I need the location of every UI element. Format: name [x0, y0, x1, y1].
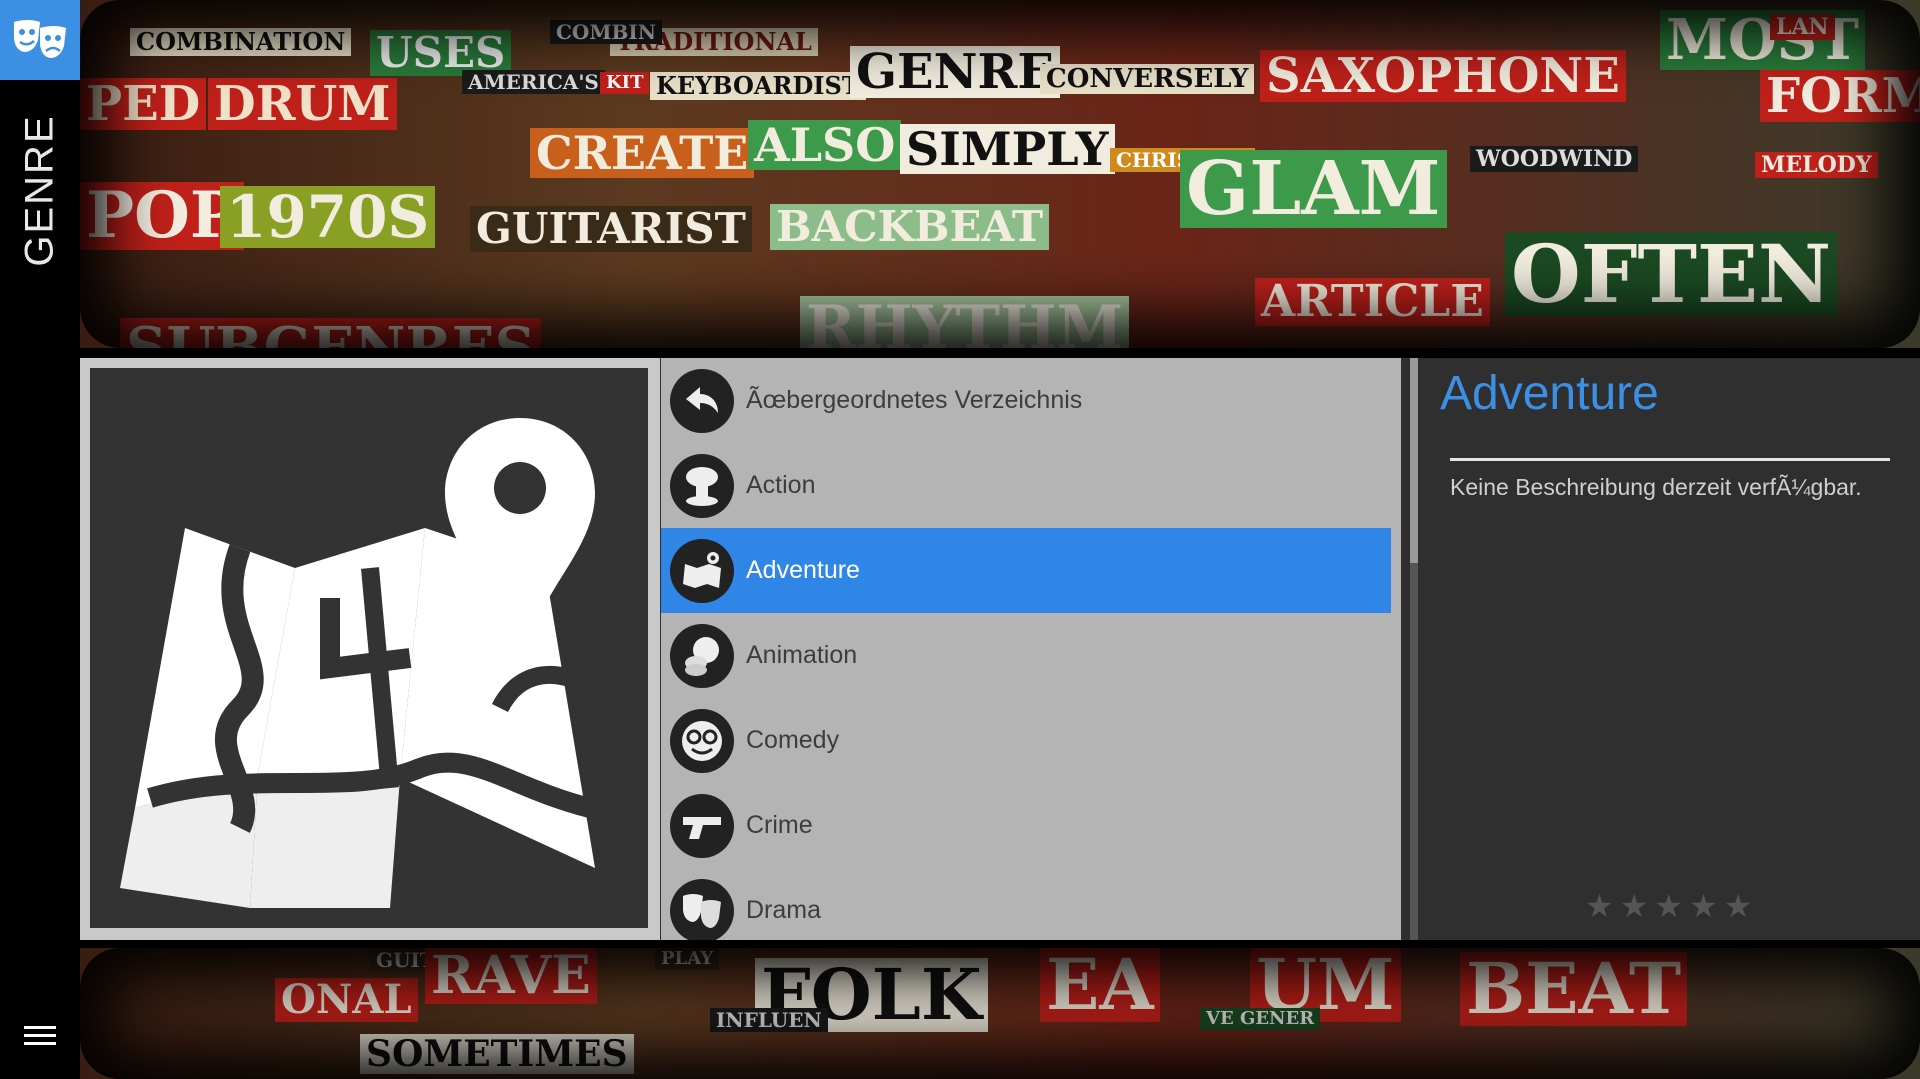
- banner-word: MELODY: [1755, 152, 1878, 178]
- list-item-crime[interactable]: Crime: [661, 783, 1391, 868]
- star-icon: ★: [1723, 888, 1753, 924]
- banner-word: ONAL: [275, 978, 418, 1022]
- banner-word: GENRE: [850, 46, 1060, 98]
- map-icon: [670, 538, 734, 603]
- banner-word: SAXOPHONE: [1260, 50, 1626, 102]
- back-arrow-icon: [670, 368, 734, 433]
- banner-word: PLAY: [655, 948, 720, 970]
- list-item-action[interactable]: Action: [661, 443, 1391, 528]
- genre-poster-frame: [80, 358, 660, 940]
- list-item-animation[interactable]: Animation: [661, 613, 1391, 698]
- banner-word: FORM: [1760, 70, 1920, 122]
- banner-word: BEAT: [1460, 952, 1688, 1026]
- banner-word: ALSO: [748, 120, 902, 170]
- banner-word: DRUM: [208, 78, 397, 130]
- genre-title: Adventure: [1440, 367, 1659, 420]
- banner-word: 1970S: [220, 186, 436, 248]
- list-item-label: Drama: [746, 896, 822, 924]
- banner-word: SUBGENRES: [120, 318, 542, 348]
- banner-word: KEYBOARDIST: [650, 72, 866, 100]
- comedy-face-icon: [670, 708, 734, 773]
- section-title: GENRE: [0, 110, 80, 270]
- genre-description: Keine Beschreibung derzeit verfÃ¼gbar.: [1450, 474, 1862, 500]
- content-area: Ãœbergeordnetes Verzeichnis Action Adven…: [80, 358, 1920, 940]
- banner-word: SIMPLY: [900, 124, 1115, 174]
- banner-word: OFTEN: [1505, 232, 1838, 316]
- banner-word: BACKBEAT: [770, 204, 1050, 250]
- list-item-comedy[interactable]: Comedy: [661, 698, 1391, 783]
- banner-word: WOODWIND: [1470, 146, 1639, 172]
- genre-list[interactable]: Ãœbergeordnetes Verzeichnis Action Adven…: [661, 358, 1401, 940]
- side-rail: GENRE: [0, 0, 80, 1079]
- banner-word: AMERICA'S: [462, 70, 605, 94]
- star-icon: ★: [1689, 888, 1718, 924]
- banner-word: CREATE: [530, 128, 755, 178]
- banner-word: COMBIN: [550, 20, 663, 44]
- banner-word: PED: [80, 78, 207, 130]
- star-rating: ★ ★ ★ ★ ★: [1585, 890, 1752, 922]
- banner-word: ARTICLE: [1255, 278, 1490, 326]
- list-scrollbar[interactable]: [1410, 563, 1418, 940]
- hamburger-menu-icon[interactable]: [18, 1018, 62, 1054]
- banner-word: RAVE: [425, 948, 597, 1004]
- banner-word: CONVERSELY: [1040, 64, 1255, 94]
- banner-word: EA: [1040, 948, 1160, 1022]
- section-title-text: GENRE: [17, 113, 62, 267]
- pistol-icon: [670, 793, 734, 858]
- list-item-drama[interactable]: Drama: [661, 868, 1391, 940]
- star-icon: ★: [1654, 888, 1684, 924]
- list-item-label: Comedy: [746, 726, 840, 754]
- banner-word: VE GENER: [1200, 1008, 1321, 1030]
- list-item-label: Animation: [746, 641, 858, 669]
- banner-word: GLAM: [1180, 150, 1447, 228]
- drama-masks-icon: [670, 878, 734, 940]
- list-item-label: Adventure: [746, 556, 860, 584]
- banner-word: SOMETIMES: [360, 1034, 634, 1074]
- banner-word: RHYTHM: [800, 296, 1130, 348]
- banner-word: GUITARIST: [470, 206, 752, 252]
- list-item-label: Ãœbergeordnetes Verzeichnis: [746, 386, 1083, 414]
- list-item-adventure[interactable]: Adventure: [661, 528, 1391, 613]
- genre-poster: [90, 368, 648, 928]
- banner-word: KIT: [600, 72, 650, 94]
- banner-word: INFLUEN: [710, 1008, 828, 1032]
- explosion-icon: [670, 453, 734, 518]
- star-icon: ★: [1585, 888, 1614, 924]
- list-item-label: Crime: [746, 811, 813, 839]
- star-icon: ★: [1619, 888, 1649, 924]
- divider: [1450, 458, 1890, 461]
- banner-word: COMBINATION: [130, 28, 352, 56]
- list-item-parent-directory[interactable]: Ãœbergeordnetes Verzeichnis: [661, 358, 1391, 443]
- genre-banner-bottom: GUIT RAVE PLAY FOLK EA UM BEAT SOMETIMES…: [80, 948, 1920, 1079]
- map-pin-icon: [120, 418, 595, 908]
- banner-word: LAN: [1770, 14, 1835, 40]
- list-item-label: Action: [746, 471, 816, 499]
- film-reel-icon: [670, 623, 734, 688]
- genre-banner-top: COMBINATION TRADITIONAL PED DRUM USES AM…: [80, 0, 1920, 348]
- theater-masks-icon[interactable]: [0, 0, 80, 80]
- genre-detail-panel: Adventure Keine Beschreibung derzeit ver…: [1420, 358, 1920, 940]
